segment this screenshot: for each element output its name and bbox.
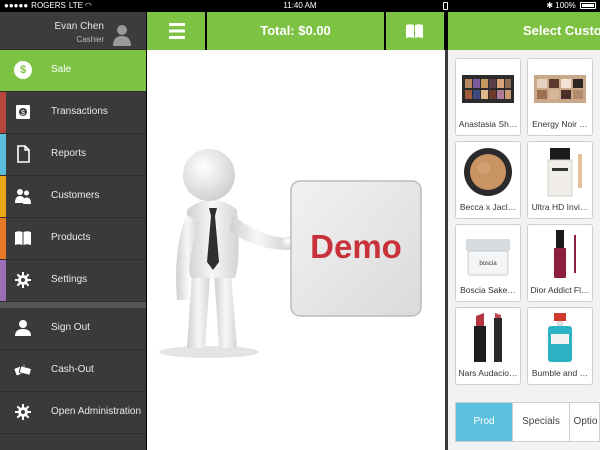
- menu-button[interactable]: [147, 12, 205, 50]
- catalog-button[interactable]: [386, 12, 444, 50]
- spray-bottle-icon: [548, 313, 572, 362]
- bluetooth-icon: ✱: [546, 1, 554, 10]
- user-profile[interactable]: Evan Chen Cashier: [0, 12, 146, 50]
- book-icon: [15, 231, 31, 245]
- sidebar-item-open-administration[interactable]: Open Administration: [0, 392, 146, 434]
- svg-text:$: $: [21, 110, 25, 117]
- battery-percent: 100%: [555, 1, 576, 10]
- compact-powder-icon: [464, 148, 512, 196]
- tab-products[interactable]: Prod: [456, 403, 513, 441]
- foundation-bottle-icon: [547, 148, 582, 197]
- product-name: Energy Noir …: [532, 119, 588, 129]
- order-total: Total: $0.00: [207, 12, 384, 50]
- sidebar-item-label: Settings: [51, 274, 88, 285]
- sidebar-item-transactions[interactable]: $ Transactions: [0, 92, 146, 134]
- product-tile[interactable]: boscia Boscia Sake…: [455, 224, 521, 302]
- product-name: Boscia Sake…: [460, 285, 516, 295]
- product-name: Dior Addict Fl…: [530, 285, 590, 295]
- sidebar-item-label: Products: [51, 232, 91, 243]
- sidebar-item-label: Open Administration: [51, 406, 142, 417]
- cream-jar-icon: boscia: [466, 239, 510, 276]
- rotation-lock-icon: [443, 2, 448, 10]
- tab-options[interactable]: Optio: [570, 403, 600, 441]
- money-icon: [14, 365, 32, 376]
- sidebar-item-label: Sale: [51, 64, 72, 75]
- product-tile[interactable]: Dior Addict Fl…: [527, 224, 593, 302]
- lip-gloss-icon: [554, 230, 576, 278]
- cart-area: Demo: [147, 50, 445, 450]
- user-name: Evan Chen: [54, 21, 104, 32]
- sidebar-item-customers[interactable]: Customers: [0, 176, 146, 218]
- product-tile[interactable]: Bumble and …: [527, 307, 593, 385]
- user-role: Cashier: [76, 35, 104, 44]
- dollar-icon: $: [14, 61, 32, 79]
- sidebar-item-label: Reports: [51, 148, 87, 159]
- battery-icon: [580, 2, 596, 9]
- tab-specials[interactable]: Specials: [513, 403, 570, 441]
- eyeshadow-palette-icon: [462, 75, 514, 103]
- clock: 11:40 AM: [283, 1, 317, 10]
- eyeshadow-palette-icon: [534, 75, 586, 103]
- cash-register-icon: $: [16, 105, 30, 119]
- product-panel: Anastasia Sh… Energy Noir … Becca x Jacl…: [448, 50, 600, 450]
- product-tile[interactable]: Energy Noir …: [527, 58, 593, 136]
- sidebar-item-sale[interactable]: $ Sale: [0, 50, 146, 92]
- product-name: Bumble and …: [531, 368, 589, 378]
- product-name: Nars Audacio…: [458, 368, 518, 378]
- svg-text:boscia: boscia: [479, 261, 497, 267]
- sidebar-item-label: Customers: [51, 190, 100, 201]
- sidebar-item-reports[interactable]: Reports: [0, 134, 146, 176]
- sidebar-item-label: Sign Out: [51, 322, 90, 333]
- sidebar: Evan Chen Cashier $ Sale $ Transactions …: [0, 12, 146, 450]
- product-name: Anastasia Sh…: [458, 119, 518, 129]
- gear-icon: [15, 404, 31, 420]
- status-bar: ●●●●● ROGERS LTE ◠ 11:40 AM ✱ 100%: [0, 0, 600, 12]
- product-tile[interactable]: Ultra HD Invi…: [527, 141, 593, 219]
- hamburger-icon: [169, 23, 185, 39]
- sidebar-item-products[interactable]: Products: [0, 218, 146, 260]
- product-tile[interactable]: Anastasia Sh…: [455, 58, 521, 136]
- product-tabs: Prod Specials Optio: [455, 402, 600, 442]
- sidebar-item-label: Transactions: [51, 106, 108, 117]
- sidebar-item-label: Cash-Out: [51, 364, 94, 375]
- user-icon: [15, 320, 31, 336]
- product-tile[interactable]: Becca x Jacl…: [455, 141, 521, 219]
- product-tile[interactable]: Nars Audacio…: [455, 307, 521, 385]
- select-customer-button[interactable]: Select Customer: [448, 12, 600, 50]
- product-name: Becca x Jacl…: [459, 202, 517, 212]
- book-icon: [406, 24, 423, 38]
- sidebar-item-cash-out[interactable]: Cash-Out: [0, 350, 146, 392]
- avatar-icon: [113, 25, 131, 46]
- demo-text: Demo: [310, 228, 402, 265]
- sidebar-item-settings[interactable]: Settings: [0, 260, 146, 302]
- people-icon: [15, 189, 31, 204]
- gear-icon: [15, 272, 31, 288]
- product-name: Ultra HD Invi…: [531, 202, 589, 212]
- sidebar-item-sign-out[interactable]: Sign Out: [0, 308, 146, 350]
- document-icon: [17, 145, 30, 163]
- demo-illustration: Demo: [159, 149, 422, 358]
- battery-info: ✱ 100%: [546, 0, 596, 12]
- lipstick-icon: [474, 313, 502, 362]
